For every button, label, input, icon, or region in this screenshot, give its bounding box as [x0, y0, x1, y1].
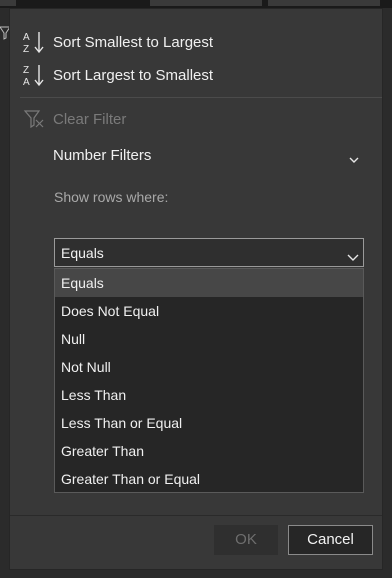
sort-descending-label: Sort Largest to Smallest	[53, 66, 214, 84]
option-label: Less Than or Equal	[61, 415, 183, 431]
footer-separator	[10, 515, 382, 516]
sort-ascending-menu-item[interactable]: A Z Sort Smallest to Largest	[10, 27, 382, 57]
chevron-down-icon	[347, 249, 359, 261]
background-tab	[0, 0, 16, 6]
ok-button[interactable]: OK	[214, 525, 278, 555]
clear-filter-menu-item[interactable]: Clear Filter	[10, 104, 382, 134]
option-not-null[interactable]: Not Null	[55, 353, 363, 381]
background-tab	[150, 0, 262, 6]
number-filters-menu-item[interactable]: Number Filters	[10, 140, 382, 170]
option-null[interactable]: Null	[55, 325, 363, 353]
sort-za-icon: Z A	[23, 63, 45, 88]
svg-text:Z: Z	[23, 65, 29, 76]
svg-text:Z: Z	[23, 44, 29, 54]
filter-dropdown-panel: A Z Sort Smallest to Largest Z A Sort La…	[9, 8, 383, 570]
background-tab	[268, 0, 380, 6]
chevron-down-icon	[349, 151, 359, 163]
option-equals[interactable]: Equals	[55, 269, 363, 297]
option-label: Greater Than or Equal	[61, 471, 201, 487]
number-filters-label: Number Filters	[53, 146, 152, 164]
cancel-button[interactable]: Cancel	[288, 525, 373, 555]
svg-text:A: A	[23, 32, 30, 43]
filter-operator-select[interactable]: Equals	[54, 238, 364, 267]
clear-filter-label: Clear Filter	[53, 110, 127, 128]
sort-ascending-label: Sort Smallest to Largest	[53, 33, 214, 51]
option-greater-than-or-equal[interactable]: Greater Than or Equal	[55, 465, 363, 493]
menu-separator	[20, 97, 382, 98]
sort-descending-menu-item[interactable]: Z A Sort Largest to Smallest	[10, 60, 382, 90]
option-less-than[interactable]: Less Than	[55, 381, 363, 409]
option-label: Greater Than	[61, 443, 145, 459]
option-label: Not Null	[61, 359, 111, 375]
option-less-than-or-equal[interactable]: Less Than or Equal	[55, 409, 363, 437]
background-toolbar	[0, 0, 392, 8]
option-greater-than[interactable]: Greater Than	[55, 437, 363, 465]
filter-operator-options-list: Equals Does Not Equal Null Not Null Less…	[54, 268, 364, 493]
filter-operator-value: Equals	[61, 245, 104, 261]
filter-clear-icon	[23, 108, 45, 132]
option-label: Null	[61, 331, 86, 347]
option-does-not-equal[interactable]: Does Not Equal	[55, 297, 363, 325]
option-label: Less Than	[61, 387, 127, 403]
show-rows-label: Show rows where:	[54, 189, 169, 205]
option-label: Does Not Equal	[61, 303, 160, 319]
svg-text:A: A	[23, 77, 30, 87]
option-label: Equals	[61, 275, 104, 291]
sort-az-icon: A Z	[23, 30, 45, 55]
